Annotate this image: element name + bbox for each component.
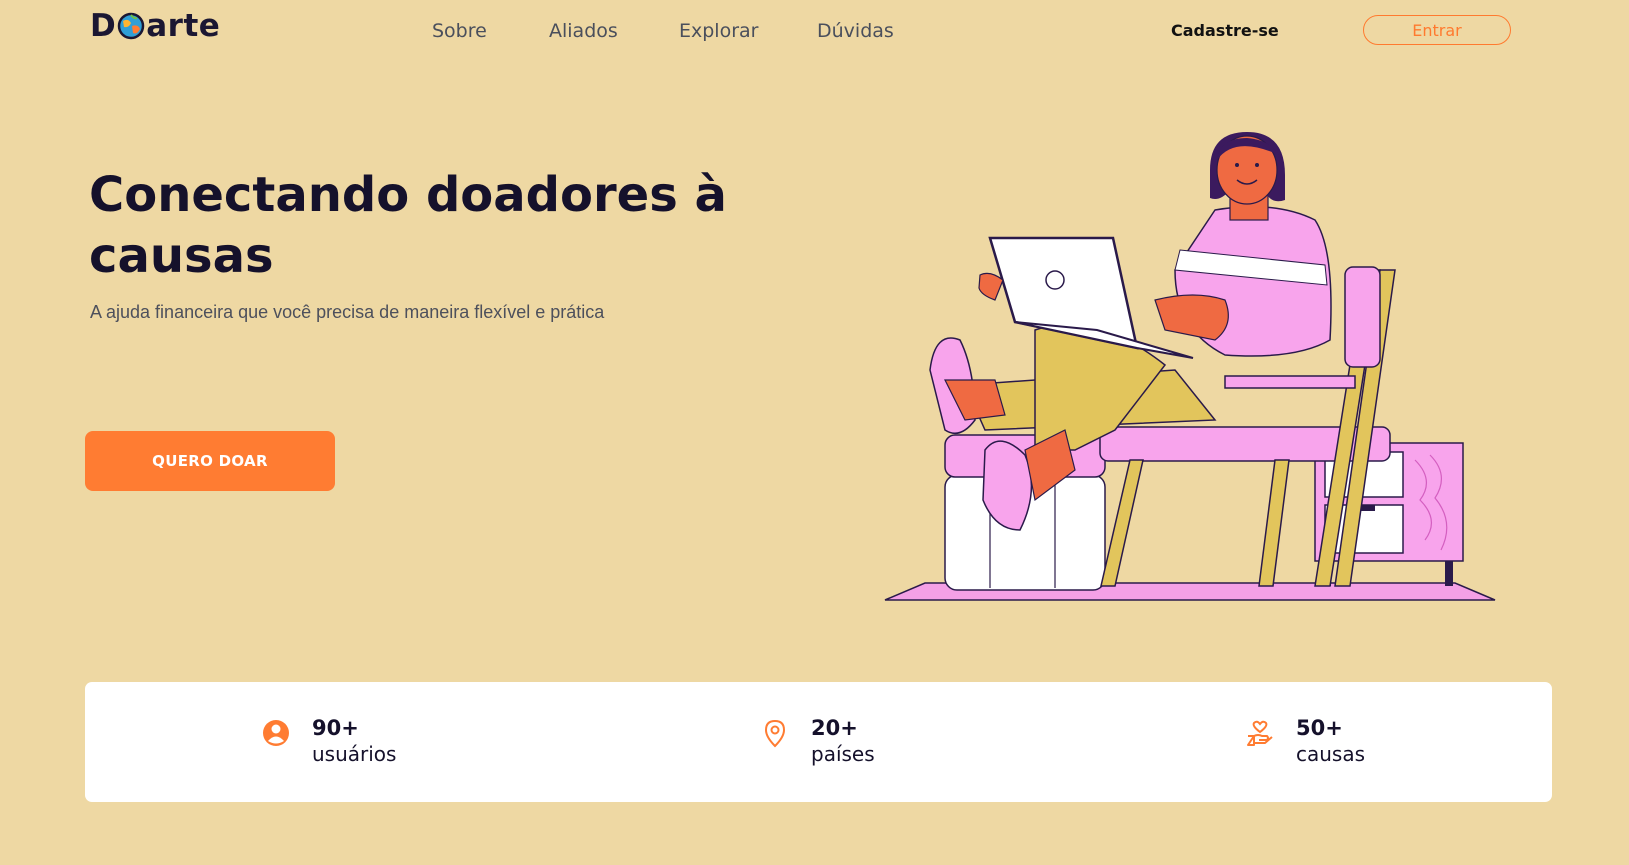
main-nav: Sobre Aliados Explorar Dúvidas Cadastre-… (0, 13, 1629, 49)
stat-users-label: usuários (312, 742, 397, 766)
user-circle-icon (263, 720, 289, 746)
person-laptop-illustration (884, 132, 1496, 601)
stat-countries-label: países (811, 742, 875, 766)
nav-link-sobre[interactable]: Sobre (432, 13, 487, 49)
donate-button[interactable]: QUERO DOAR (85, 431, 335, 491)
stat-users-value: 90+ (312, 716, 359, 740)
hero-title: Conectando doadores à causas (89, 167, 727, 284)
nav-link-duvidas[interactable]: Dúvidas (817, 13, 894, 49)
nav-link-aliados[interactable]: Aliados (549, 13, 618, 49)
signup-link[interactable]: Cadastre-se (1171, 13, 1279, 49)
stat-causes-label: causas (1296, 742, 1366, 766)
stats-card: 90+ usuários 20+ países 50+ causas (85, 682, 1552, 802)
stat-causes-value: 50+ (1296, 716, 1343, 740)
stat-countries-value: 20+ (811, 716, 858, 740)
nav-link-explorar[interactable]: Explorar (679, 13, 758, 49)
login-button[interactable]: Entrar (1363, 15, 1511, 45)
map-pin-icon (764, 719, 786, 748)
heart-hand-icon (1247, 720, 1273, 746)
hero-subtitle: A ajuda financeira que você precisa de m… (90, 302, 605, 322)
